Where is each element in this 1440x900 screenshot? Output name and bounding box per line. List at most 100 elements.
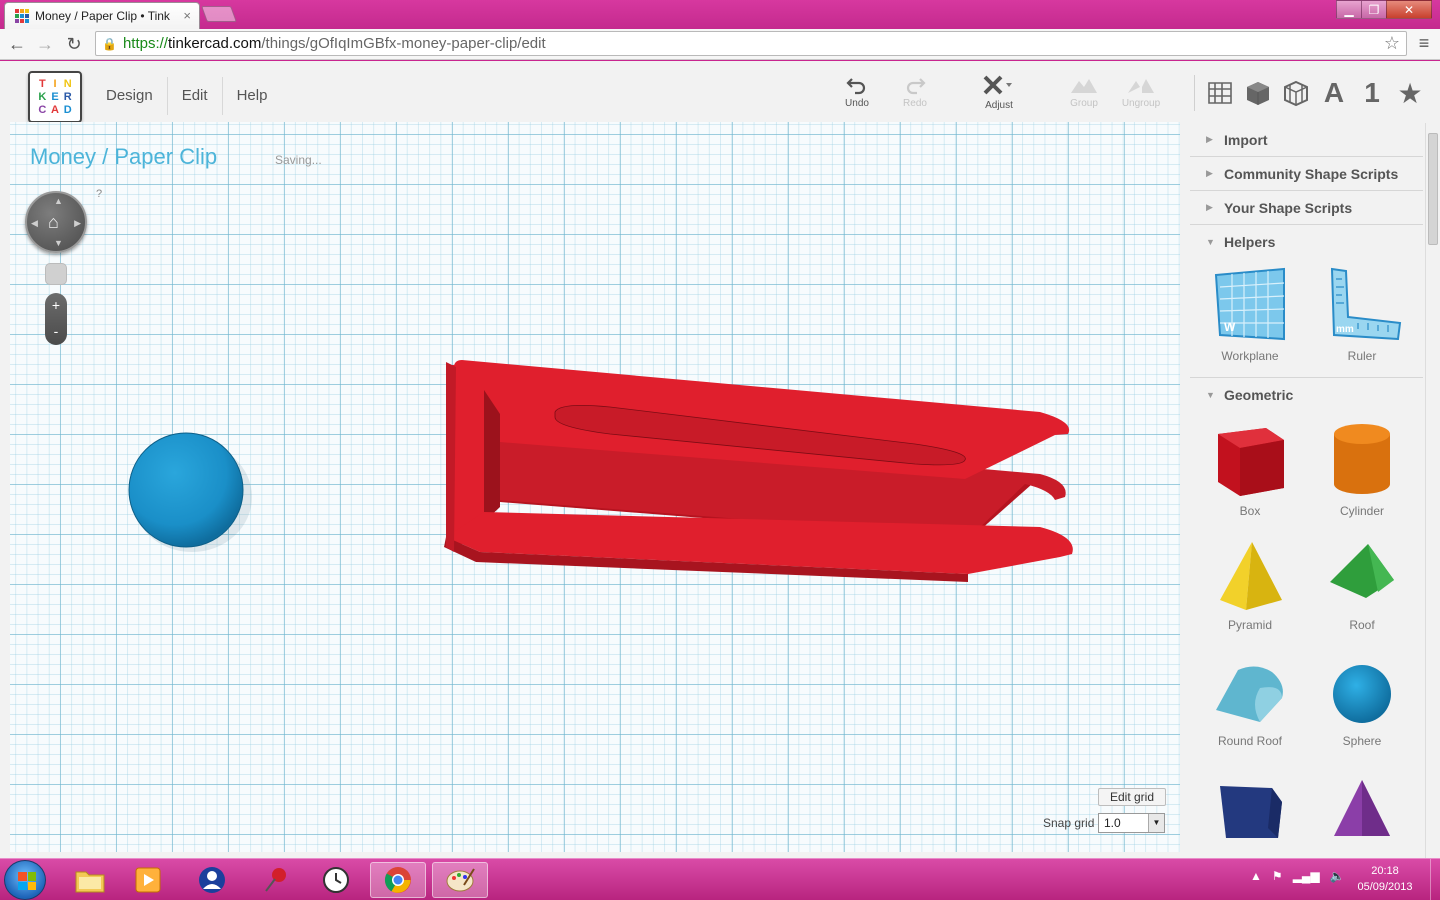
group-button[interactable]: Group: [1060, 75, 1108, 109]
ungroup-label: Ungroup: [1121, 98, 1161, 109]
bookmark-star-icon[interactable]: ☆: [1384, 33, 1400, 54]
taskbar-media-player[interactable]: [120, 862, 176, 898]
redo-button[interactable]: Redo: [891, 75, 939, 109]
shape-wedge[interactable]: [1194, 774, 1306, 858]
system-clock[interactable]: 20:18 05/09/2013: [1350, 863, 1420, 895]
taskbar-user-app[interactable]: [184, 862, 240, 898]
browser-menu-icon[interactable]: ≡: [1414, 33, 1434, 55]
start-button[interactable]: [4, 860, 46, 900]
panel-scrollbar[interactable]: [1425, 123, 1440, 858]
svg-text:mm: mm: [1336, 324, 1354, 335]
section-community-scripts[interactable]: ▶ Community Shape Scripts: [1190, 157, 1423, 191]
undo-button[interactable]: Undo: [833, 75, 881, 109]
shape-label: Ruler: [1347, 349, 1377, 363]
section-label: Geometric: [1224, 387, 1294, 403]
taskbar-clock-app[interactable]: [308, 862, 364, 898]
section-helpers[interactable]: ▼ Helpers: [1190, 225, 1423, 259]
back-arrow-icon[interactable]: ←: [6, 33, 28, 55]
adjust-button[interactable]: Adjust: [975, 75, 1023, 111]
snap-grid-select[interactable]: 1.0 ▼: [1098, 813, 1165, 833]
text-shape-icon[interactable]: A: [1315, 74, 1353, 112]
taskbar-explorer[interactable]: [62, 862, 118, 898]
zoom-out-button[interactable]: -: [45, 319, 67, 345]
expanded-triangle-icon: ▼: [1206, 390, 1215, 400]
close-window-button[interactable]: ✕: [1386, 0, 1432, 19]
number-shape-icon[interactable]: 1: [1353, 74, 1391, 112]
wireframe-view-icon[interactable]: [1277, 74, 1315, 112]
taskbar-pin-app[interactable]: [248, 862, 304, 898]
scene-3d: [128, 360, 1073, 582]
url-host: tinkercad.com: [167, 35, 262, 52]
tinkercad-app: T I N K E R C A D Design Edit Help Undo …: [0, 61, 1440, 858]
scrollbar-thumb[interactable]: [1428, 133, 1438, 245]
orbit-up-icon[interactable]: ▲: [54, 196, 63, 206]
url-path: /things/gOfIqImGBfx-money-paper-clip/edi…: [261, 35, 546, 52]
maximize-button[interactable]: ❐: [1361, 0, 1387, 19]
section-geometric[interactable]: ▼ Geometric: [1190, 378, 1423, 412]
cone-shape-icon: [1334, 780, 1390, 836]
show-desktop-button[interactable]: [1430, 859, 1440, 900]
shape-label: Sphere: [1342, 734, 1382, 748]
box-shape-icon: [1218, 428, 1284, 496]
tab-close-icon[interactable]: ×: [183, 8, 191, 23]
show-hidden-icons-icon[interactable]: ▲: [1250, 869, 1262, 883]
section-label: Your Shape Scripts: [1224, 199, 1353, 216]
action-center-icon[interactable]: ⚑: [1272, 869, 1283, 883]
browser-tab[interactable]: Money / Paper Clip • Tink ×: [4, 2, 200, 29]
tinkercad-favicon-icon: [15, 9, 29, 23]
reload-icon[interactable]: ↻: [63, 33, 85, 55]
home-view-icon[interactable]: ⌂: [48, 212, 59, 233]
shape-cylinder[interactable]: Cylinder: [1306, 414, 1418, 534]
orbit-left-icon[interactable]: ◀: [31, 218, 38, 229]
zoom-in-button[interactable]: +: [45, 293, 67, 319]
sphere-shape-icon: [1333, 665, 1391, 723]
shape-roof[interactable]: Roof: [1306, 534, 1418, 654]
project-title[interactable]: Money / Paper Clip: [30, 144, 217, 170]
helper-ruler[interactable]: mm Ruler: [1306, 261, 1418, 377]
paper-clip-object[interactable]: [444, 360, 1073, 582]
helper-workplane[interactable]: W Workplane: [1194, 261, 1306, 377]
workplane-canvas[interactable]: Money / Paper Clip Saving... ▲ ▼ ◀ ▶ ⌂ ?…: [10, 122, 1180, 852]
box-view-icon[interactable]: [1239, 74, 1277, 112]
grid-view-icon[interactable]: [1201, 74, 1239, 112]
redo-icon: [906, 78, 926, 95]
fit-view-button[interactable]: [45, 263, 67, 285]
shape-pyramid[interactable]: Pyramid: [1194, 534, 1306, 654]
sphere-object[interactable]: [128, 432, 244, 548]
wedge-shape-icon: [1220, 786, 1282, 838]
favorites-star-icon[interactable]: ★: [1391, 74, 1429, 112]
forward-arrow-icon[interactable]: →: [34, 33, 56, 55]
helpers-grid: W Workplane mm Ruler: [1190, 259, 1423, 378]
tinkercad-logo[interactable]: T I N K E R C A D: [28, 71, 82, 123]
menu-edit[interactable]: Edit: [168, 77, 223, 115]
shape-box[interactable]: Box: [1194, 414, 1306, 534]
minimize-button[interactable]: ▁: [1336, 0, 1362, 19]
undo-icon: [846, 78, 866, 95]
section-import[interactable]: ▶ Import: [1190, 123, 1423, 157]
shape-sphere[interactable]: Sphere: [1306, 654, 1418, 774]
orbit-right-icon[interactable]: ▶: [74, 218, 81, 229]
ungroup-button[interactable]: Ungroup: [1117, 75, 1165, 109]
shape-cone[interactable]: [1306, 774, 1418, 858]
shape-library-panel: ▶ Import ▶ Community Shape Scripts ▶ Your S…: [1190, 123, 1423, 858]
new-tab-button[interactable]: [201, 6, 237, 22]
shape-label: Roof: [1349, 618, 1375, 632]
menu-design[interactable]: Design: [92, 77, 168, 115]
clock-date: 05/09/2013: [1357, 881, 1413, 893]
taskbar-chrome[interactable]: [370, 862, 426, 898]
dropdown-arrow-icon[interactable]: ▼: [1148, 814, 1164, 832]
ungroup-icon: [1128, 79, 1154, 93]
taskbar-paint[interactable]: [432, 862, 488, 898]
shape-round-roof[interactable]: Round Roof: [1194, 654, 1306, 774]
media-player-icon: [135, 867, 161, 893]
workplane-shape-icon: W: [1214, 267, 1285, 341]
orbit-down-icon[interactable]: ▼: [54, 238, 63, 248]
menu-help[interactable]: Help: [223, 77, 282, 115]
network-signal-icon[interactable]: ▂▄▆: [1293, 869, 1320, 883]
edit-grid-button[interactable]: Edit grid: [1098, 788, 1166, 806]
section-your-scripts[interactable]: ▶ Your Shape Scripts: [1190, 191, 1423, 225]
navigation-help-icon[interactable]: ?: [96, 188, 102, 200]
view-navigation-control[interactable]: ▲ ▼ ◀ ▶ ⌂: [25, 191, 87, 253]
volume-icon[interactable]: 🔈: [1330, 869, 1345, 883]
address-bar[interactable]: 🔒 https://tinkercad.com/things/gOfIqImGB…: [95, 31, 1407, 56]
